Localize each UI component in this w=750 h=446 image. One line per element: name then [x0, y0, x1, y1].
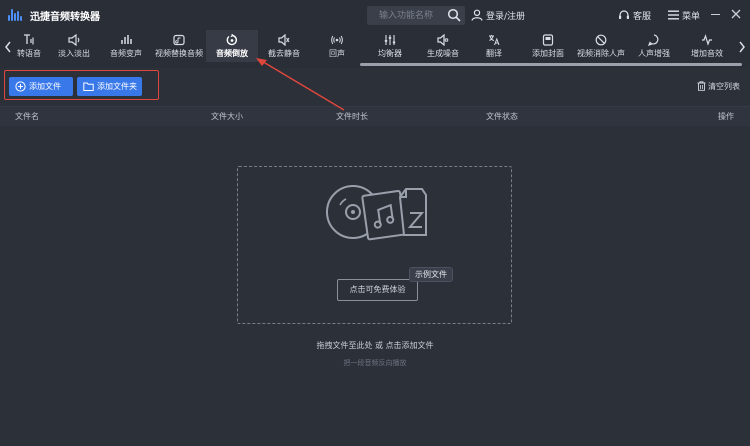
minimize-button[interactable] — [711, 14, 720, 15]
add-cover-icon — [542, 34, 554, 46]
echo-icon — [331, 35, 343, 45]
drop-hint-text: 拖拽文件至此处 或 点击添加文件 — [316, 341, 434, 350]
tool-voice-change[interactable]: 音频变声 — [104, 30, 148, 62]
tool-equalizer[interactable]: 均衡器 — [370, 30, 410, 62]
column-header-status: 文件状态 — [486, 112, 518, 121]
app-logo-icon — [8, 9, 24, 21]
voice-change-icon — [121, 35, 132, 44]
vocal-enhance-icon — [648, 34, 659, 46]
add-folder-button[interactable]: 添加文件夹 — [77, 77, 142, 96]
menu-icon[interactable] — [668, 10, 679, 20]
folder-icon — [83, 82, 94, 91]
translate-icon — [489, 35, 500, 46]
add-effect-icon — [702, 34, 712, 46]
column-header-filename: 文件名 — [15, 112, 39, 121]
column-header-filesize: 文件大小 — [211, 112, 243, 121]
search-input[interactable] — [367, 6, 441, 25]
add-folder-label: 添加文件夹 — [97, 82, 137, 91]
tool-generate-noise[interactable]: 生成噪音 — [422, 30, 464, 62]
tool-text-to-speech[interactable]: 转语音 — [10, 30, 48, 62]
reverse-audio-icon — [226, 34, 238, 46]
fade-icon — [68, 34, 80, 46]
tool-add-effect[interactable]: 增加音效 — [686, 30, 728, 62]
user-icon[interactable] — [471, 9, 483, 21]
trim-silence-icon — [278, 34, 290, 46]
tool-video-replace-audio[interactable]: 视频替换音频 — [151, 30, 207, 62]
noise-icon — [437, 34, 449, 46]
headset-icon[interactable] — [618, 9, 630, 21]
tool-vocal-enhance[interactable]: 人声增强 — [633, 30, 675, 62]
close-icon[interactable] — [731, 9, 741, 19]
column-header-actions: 操作 — [718, 112, 734, 121]
clear-list-button[interactable]: 清空列表 — [708, 81, 740, 92]
free-trial-button[interactable]: 点击可免费体验 — [337, 279, 418, 301]
tool-remove-vocals[interactable]: 视频消除人声 — [573, 30, 629, 62]
add-circle-icon — [15, 81, 26, 92]
file-table-header — [0, 106, 750, 126]
annotation-arrow-icon — [256, 58, 345, 111]
search-icon[interactable] — [447, 8, 461, 22]
chevron-right-icon[interactable] — [738, 41, 746, 53]
add-file-label: 添加文件 — [29, 82, 61, 91]
video-replace-audio-icon — [173, 34, 185, 46]
tool-add-cover[interactable]: 添加封面 — [527, 30, 569, 62]
login-link[interactable]: 登录/注册 — [486, 9, 525, 22]
toolbar-scrollbar[interactable] — [360, 63, 742, 66]
add-file-button[interactable]: 添加文件 — [9, 77, 73, 96]
audio-files-illustration-icon — [326, 185, 427, 241]
remove-vocals-icon — [595, 34, 607, 46]
equalizer-icon — [384, 35, 396, 45]
support-link[interactable]: 客服 — [633, 9, 651, 22]
sample-file-tag[interactable]: 示例文件 — [409, 267, 453, 282]
text-to-speech-icon — [24, 34, 34, 45]
tool-fade[interactable]: 淡入淡出 — [52, 30, 96, 62]
feature-description-text: 把一段音频反向播放 — [343, 359, 407, 367]
menu-link[interactable]: 菜单 — [682, 9, 700, 22]
tool-translate[interactable]: 翻译 — [476, 30, 512, 62]
trash-icon[interactable] — [697, 81, 706, 91]
app-title: 迅捷音频转换器 — [30, 12, 100, 23]
